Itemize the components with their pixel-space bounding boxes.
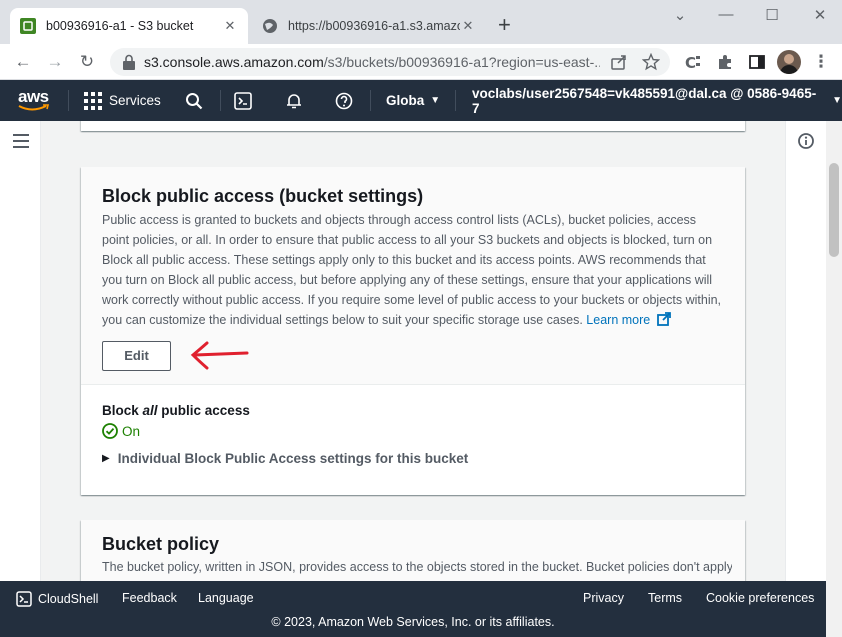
close-tab-icon[interactable]: ✕: [222, 18, 238, 34]
puzzle-icon[interactable]: [716, 53, 734, 71]
url-path: /s3/buckets/b00936916-a1?region=us-east-…: [323, 54, 600, 70]
annotation-arrow-icon: [190, 341, 249, 370]
edit-button[interactable]: Edit: [102, 341, 171, 371]
hamburger-menu-icon[interactable]: [13, 134, 29, 148]
share-icon[interactable]: [610, 53, 628, 71]
maximize-icon[interactable]: ☐: [762, 6, 782, 24]
language-link[interactable]: Language: [198, 591, 254, 605]
tab-s3-bucket[interactable]: b00936916-a1 - S3 bucket ✕: [10, 8, 248, 44]
left-navigation-rail: [0, 121, 41, 581]
services-label: Services: [109, 93, 161, 108]
block-all-public-access-label: Block all public access: [102, 403, 250, 418]
caret-down-icon: ▼: [832, 95, 842, 106]
browser-tabstrip: b00936916-a1 - S3 bucket ✕ https://b0093…: [0, 0, 842, 44]
privacy-link[interactable]: Privacy: [583, 591, 624, 605]
main-content: Block public access (bucket settings) Pu…: [0, 121, 826, 581]
avatar[interactable]: [777, 50, 801, 74]
scrollbar-thumb[interactable]: [829, 163, 839, 257]
bucket-policy-header: Bucket policy The bucket policy, written…: [81, 520, 745, 581]
aws-console-header: aws Services Globa ▼ voclabs/user2567548…: [0, 80, 842, 121]
browser-toolbar: ← → ↻ s3.console.aws.amazon.com/s3/bucke…: [0, 44, 842, 80]
block-public-access-title: Block public access (bucket settings): [102, 186, 424, 206]
minimize-icon[interactable]: —: [716, 6, 736, 23]
caret-down-icon: ▼: [430, 95, 441, 106]
block-public-access-header: Block public access (bucket settings) Pu…: [81, 167, 745, 385]
region-label: Globa: [386, 93, 425, 108]
search-icon[interactable]: [185, 80, 203, 121]
aws-logo-text: aws: [18, 87, 49, 106]
aws-console-footer: CloudShell Feedback Language Privacy Ter…: [0, 581, 826, 637]
cloudshell-icon: [16, 591, 32, 607]
status-text: On: [122, 423, 141, 439]
block-public-access-description-text: Public access is granted to buckets and …: [102, 213, 722, 327]
lock-icon: [123, 54, 135, 70]
block-public-access-card: Block public access (bucket settings) Pu…: [81, 167, 745, 495]
globe-icon: [263, 19, 277, 33]
block-all-prefix: Block: [102, 403, 143, 418]
cloudshell-icon[interactable]: [234, 80, 252, 121]
services-menu[interactable]: Services: [84, 80, 161, 121]
block-all-suffix: public access: [157, 403, 250, 418]
status-indicator: On: [102, 423, 140, 439]
back-arrow-icon[interactable]: ←: [12, 51, 34, 73]
account-label: voclabs/user2567548=vk485591@dal.ca @ 05…: [472, 85, 817, 116]
side-panel-icon[interactable]: [748, 53, 766, 71]
aws-logo[interactable]: aws: [18, 80, 50, 121]
extension-icon[interactable]: C: [684, 53, 702, 71]
notifications-bell-icon[interactable]: [285, 80, 303, 121]
address-bar[interactable]: s3.console.aws.amazon.com/s3/buckets/b00…: [110, 48, 670, 76]
bookmark-star-icon[interactable]: [642, 53, 660, 71]
block-public-access-description: Public access is granted to buckets and …: [102, 210, 724, 330]
info-icon[interactable]: [798, 133, 814, 149]
tab-title: https://b00936916-a1.s3.amazon: [288, 19, 460, 33]
svg-text:C: C: [685, 54, 696, 71]
browser-menu-icon[interactable]: ⋮: [810, 51, 832, 73]
bucket-policy-title: Bucket policy: [102, 534, 220, 554]
previous-section-card: [81, 121, 745, 131]
learn-more-link[interactable]: Learn more: [586, 312, 671, 327]
bucket-policy-card: Bucket policy The bucket policy, written…: [81, 520, 745, 581]
forward-arrow-icon[interactable]: →: [44, 51, 66, 73]
tab-title: b00936916-a1 - S3 bucket: [46, 19, 194, 33]
aws-smile-icon: [18, 104, 50, 111]
s3-favicon-icon: [20, 18, 36, 34]
close-tab-icon[interactable]: ✕: [460, 18, 476, 34]
new-tab-button[interactable]: +: [498, 14, 511, 36]
account-menu[interactable]: voclabs/user2567548=vk485591@dal.ca @ 05…: [472, 80, 842, 121]
tab-s3-object[interactable]: https://b00936916-a1.s3.amazon ✕: [252, 8, 486, 44]
caret-right-icon: ▶: [102, 453, 110, 464]
cloudshell-footer-button[interactable]: CloudShell: [16, 591, 98, 607]
url-text: s3.console.aws.amazon.com/s3/buckets/b00…: [144, 54, 600, 70]
url-host: s3.console.aws.amazon.com: [144, 54, 324, 70]
external-link-icon: [656, 312, 671, 326]
individual-settings-label: Individual Block Public Access settings …: [117, 451, 469, 466]
reload-icon[interactable]: ↻: [76, 51, 98, 73]
close-window-icon[interactable]: ✕: [810, 6, 830, 24]
learn-more-label: Learn more: [586, 313, 651, 327]
bucket-policy-description: The bucket policy, written in JSON, prov…: [102, 560, 732, 574]
copyright-text: © 2023, Amazon Web Services, Inc. or its…: [271, 615, 555, 629]
region-selector[interactable]: Globa ▼: [386, 80, 440, 121]
page-scrollbar[interactable]: [826, 121, 842, 637]
individual-settings-expander[interactable]: ▶ Individual Block Public Access setting…: [102, 451, 468, 466]
block-all-em: all: [142, 403, 158, 418]
right-tools-rail: [785, 121, 826, 581]
cloudshell-label: CloudShell: [38, 592, 99, 606]
check-circle-icon: [102, 423, 118, 439]
feedback-link[interactable]: Feedback: [122, 591, 177, 605]
chevron-down-icon[interactable]: ⌄: [670, 6, 690, 24]
cookie-preferences-link[interactable]: Cookie preferences: [706, 591, 814, 605]
terms-link[interactable]: Terms: [648, 591, 682, 605]
grid-icon: [84, 91, 102, 110]
help-icon[interactable]: [335, 80, 353, 121]
